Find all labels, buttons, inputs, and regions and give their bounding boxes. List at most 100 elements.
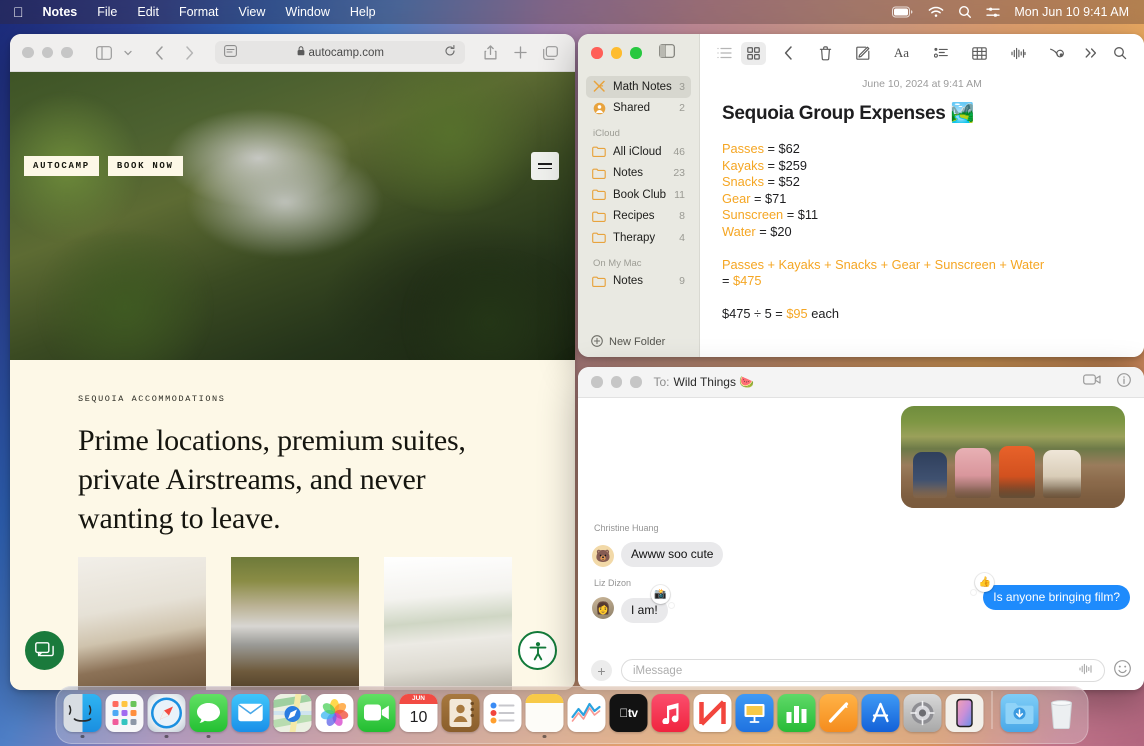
new-folder-button[interactable]: New Folder — [578, 327, 699, 357]
keynote-icon[interactable] — [736, 694, 774, 732]
message-photo-attachment[interactable] — [901, 406, 1125, 508]
imessage-input[interactable]: iMessage — [621, 659, 1105, 682]
dock-item-system-settings[interactable] — [903, 694, 943, 739]
dock-item-trash[interactable] — [1042, 694, 1082, 739]
emoji-smiley-icon[interactable] — [1114, 660, 1131, 682]
audio-icon[interactable] — [1006, 42, 1031, 65]
video-camera-icon[interactable] — [1083, 373, 1101, 392]
minimize-button[interactable] — [611, 47, 623, 59]
dock-item-pages[interactable] — [819, 694, 859, 739]
minimize-button[interactable] — [42, 47, 54, 59]
sidebar-item-recipes[interactable]: Recipes 8 — [586, 206, 691, 228]
apple-logo-icon[interactable]:  — [9, 5, 33, 20]
sidebar-item-therapy[interactable]: Therapy 4 — [586, 227, 691, 249]
news-n-icon[interactable] — [694, 694, 732, 732]
zoom-button[interactable] — [630, 47, 642, 59]
dock-item-safari[interactable] — [147, 694, 187, 739]
dock-item-finder[interactable] — [63, 694, 103, 739]
dock-item-news[interactable] — [693, 694, 733, 739]
system-settings-gear-icon[interactable] — [904, 694, 942, 732]
music-note-icon[interactable] — [652, 694, 690, 732]
trash-bin-icon[interactable] — [1043, 694, 1081, 732]
close-button[interactable] — [22, 47, 34, 59]
photos-pinwheel-icon[interactable] — [316, 694, 354, 732]
tab-overview-icon[interactable] — [537, 41, 563, 65]
search-icon[interactable] — [958, 5, 972, 19]
wifi-icon[interactable] — [928, 6, 944, 18]
reload-icon[interactable] — [444, 44, 456, 62]
avatar[interactable]: 🐻 — [592, 545, 614, 567]
dock-item-appstore[interactable] — [861, 694, 901, 739]
thumbnail-image[interactable] — [231, 557, 359, 690]
control-center-icon[interactable] — [986, 6, 1000, 19]
sidebar-item-all-icloud[interactable]: All iCloud 46 — [586, 141, 691, 163]
sidebar-item-notes-icloud[interactable]: Notes 23 — [586, 163, 691, 185]
sidebar-icon[interactable] — [659, 44, 675, 63]
maps-icon[interactable] — [274, 694, 312, 732]
dock-item-calendar[interactable]: JUN 10 — [399, 694, 439, 739]
dock-item-stocks[interactable] — [567, 694, 607, 739]
info-circle-icon[interactable] — [1117, 373, 1131, 392]
thumbnail-image[interactable] — [384, 557, 512, 690]
recipient-field[interactable]: To: Wild Things 🍉 — [654, 375, 755, 389]
menu-item-help[interactable]: Help — [340, 5, 386, 19]
site-logo-group[interactable]: AUTOCAMP BOOK NOW — [24, 156, 183, 176]
appstore-icon[interactable] — [862, 694, 900, 732]
thumbnail-image[interactable] — [78, 557, 206, 690]
menu-item-edit[interactable]: Edit — [127, 5, 169, 19]
sidebar-item-book-club[interactable]: Book Club 11 — [586, 184, 691, 206]
format-icon[interactable]: Aa — [889, 42, 914, 65]
menu-item-window[interactable]: Window — [275, 5, 339, 19]
book-now-button[interactable]: BOOK NOW — [108, 156, 183, 176]
chevron-left-icon[interactable] — [147, 41, 173, 65]
new-tab-button[interactable] — [507, 41, 533, 65]
dock-item-facetime[interactable] — [357, 694, 397, 739]
reader-view-icon[interactable] — [224, 44, 237, 62]
list-view-icon[interactable] — [712, 42, 737, 65]
checklist-icon[interactable] — [928, 42, 953, 65]
sidebar-item-shared[interactable]: Shared 2 — [586, 98, 691, 120]
mail-envelope-icon[interactable] — [232, 694, 270, 732]
sidebar-item-notes-local[interactable]: Notes 9 — [586, 271, 691, 293]
safari-compass-icon[interactable] — [148, 694, 186, 732]
safari-traffic-lights[interactable] — [22, 47, 73, 59]
chat-bubble-icon[interactable] — [25, 631, 64, 670]
dock-item-contacts[interactable] — [441, 694, 481, 739]
messages-bubble-icon[interactable] — [190, 694, 228, 732]
address-bar[interactable]: autocamp.com — [215, 41, 466, 64]
finder-icon[interactable] — [64, 694, 102, 732]
launchpad-icon[interactable] — [106, 694, 144, 732]
sidebar-icon[interactable] — [91, 41, 117, 65]
dock-item-launchpad[interactable] — [105, 694, 145, 739]
stocks-chart-icon[interactable] — [568, 694, 606, 732]
message-thread[interactable]: Christine Huang 🐻 Awww soo cute 👍 Is any… — [578, 398, 1144, 651]
menu-item-view[interactable]: View — [229, 5, 276, 19]
trash-icon[interactable] — [813, 42, 838, 65]
zoom-button[interactable] — [630, 376, 642, 388]
link-icon[interactable] — [1045, 42, 1070, 65]
gallery-view-icon[interactable] — [741, 42, 766, 65]
dock[interactable]: JUN 10 — [56, 686, 1089, 744]
dock-item-photos[interactable] — [315, 694, 355, 739]
share-icon[interactable] — [477, 41, 503, 65]
menu-item-file[interactable]: File — [87, 5, 127, 19]
avatar[interactable]: 👩 — [592, 597, 614, 619]
dock-item-music[interactable] — [651, 694, 691, 739]
compose-icon[interactable] — [850, 42, 875, 65]
hamburger-menu-icon[interactable] — [531, 152, 559, 180]
messages-window[interactable]: To: Wild Things 🍉 — [578, 367, 1144, 690]
note-body[interactable]: June 10, 2024 at 9:41 AM Sequoia Group E… — [700, 72, 1144, 322]
notes-traffic-lights[interactable] — [591, 47, 642, 59]
close-button[interactable] — [591, 376, 603, 388]
sidebar-item-math-notes[interactable]: Math Notes 3 — [586, 76, 691, 98]
safari-window[interactable]: autocamp.com — [10, 34, 575, 690]
more-icon[interactable] — [1078, 42, 1103, 65]
dock-item-iphone-mirroring[interactable] — [945, 694, 985, 739]
dock-item-downloads[interactable] — [1000, 694, 1040, 739]
contacts-book-icon[interactable] — [442, 694, 480, 732]
dock-item-mail[interactable] — [231, 694, 271, 739]
dock-item-appletv[interactable]: tv — [609, 694, 649, 739]
tapback-camera[interactable]: 📸 — [651, 585, 670, 604]
reminders-list-icon[interactable] — [484, 694, 522, 732]
message-bubble[interactable]: Is anyone bringing film? — [983, 585, 1130, 610]
